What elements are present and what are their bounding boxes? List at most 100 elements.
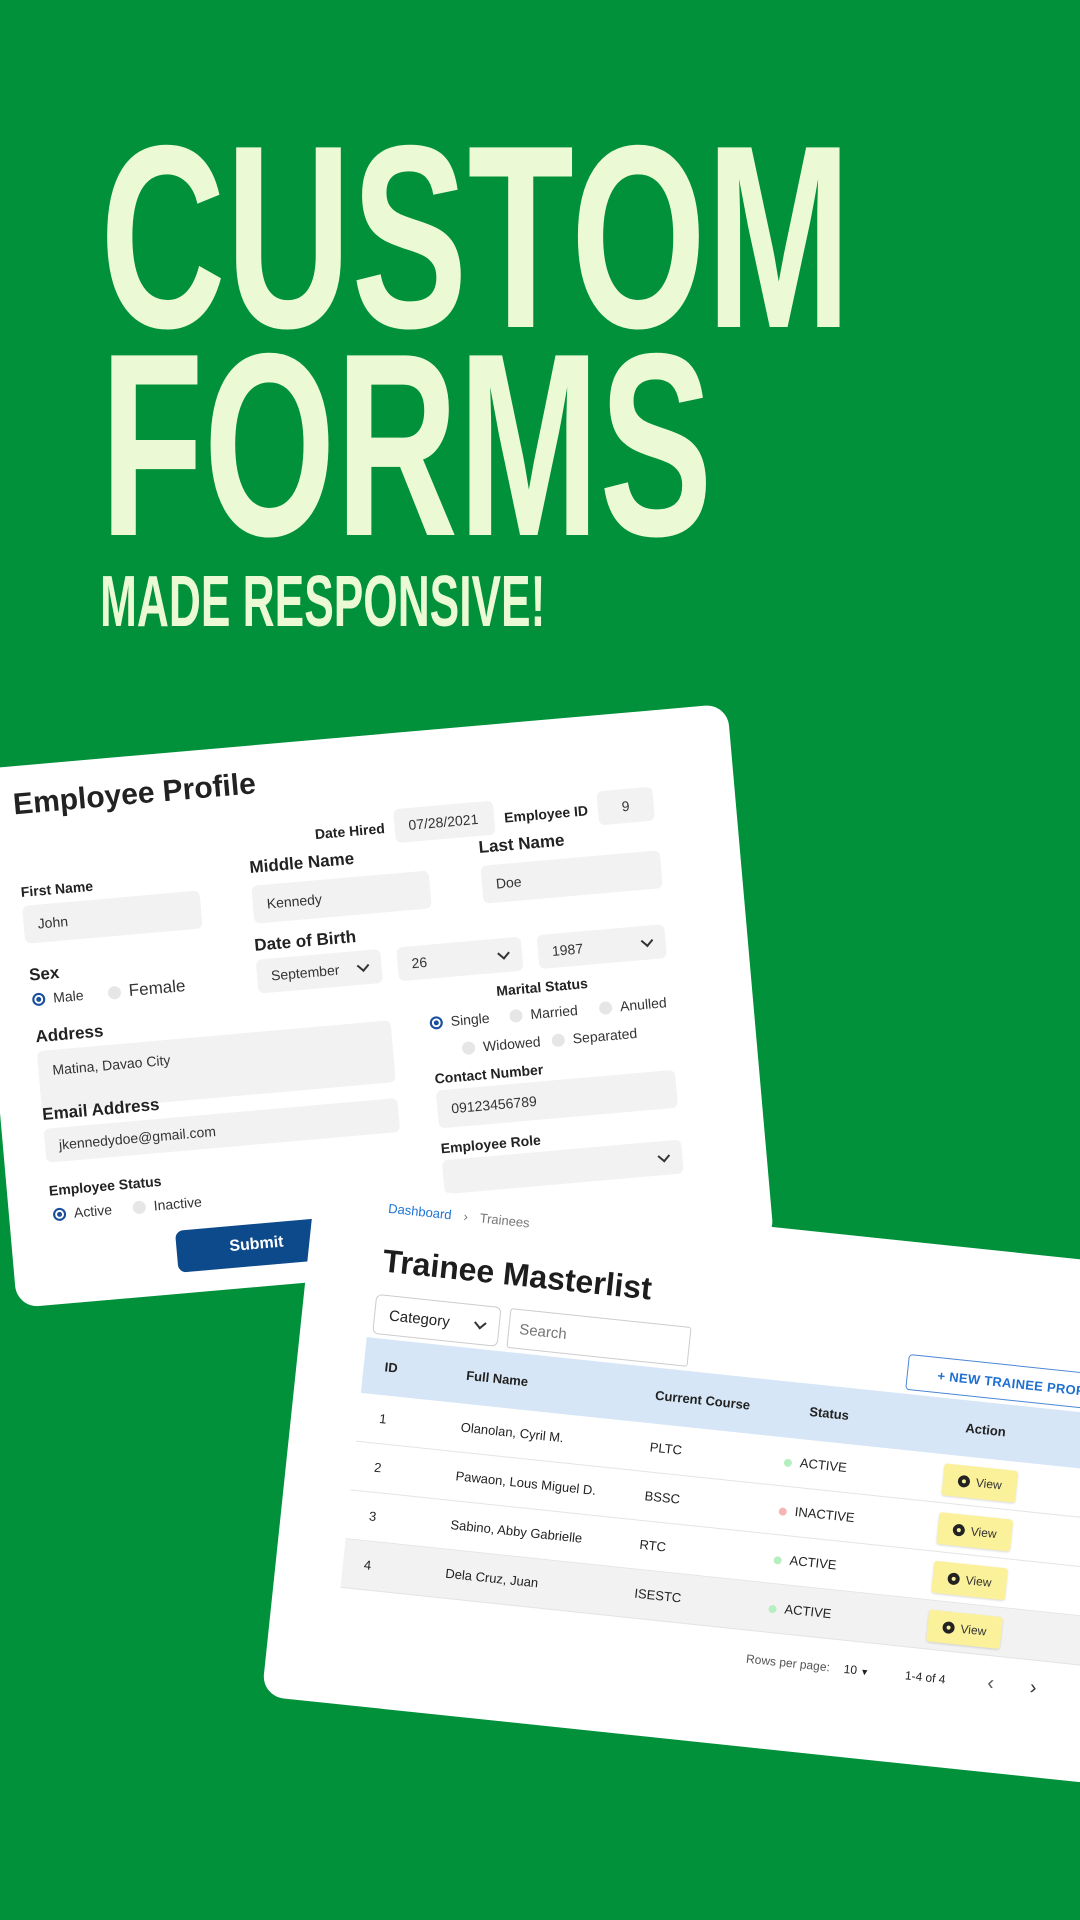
middle-name-value: Kennedy [266,890,323,912]
headline-forms: FORMS [100,300,713,591]
page-title: Employee Profile [11,767,258,822]
cell-status: ACTIVE [783,1454,847,1475]
radio-active[interactable]: Active [52,1201,113,1222]
email-value: jkennedydoe@gmail.com [58,1122,217,1153]
breadcrumb-trainees: Trainees [479,1210,531,1231]
chevron-down-icon [497,947,510,960]
employee-id-label: Employee ID [503,802,589,826]
cell-course: ISESTC [633,1585,682,1606]
radio-label: Male [52,987,85,1006]
first-name-label: First Name [20,877,94,901]
chevron-down-icon [640,934,654,948]
date-hired-value: 07/28/2021 [407,810,479,833]
breadcrumb-dashboard-link[interactable]: Dashboard [388,1201,453,1223]
cell-id: 2 [373,1459,383,1476]
radio-label: Widowed [482,1033,542,1055]
radio-anulled[interactable]: Anulled [598,994,667,1016]
address-label: Address [34,1021,105,1047]
radio-label: Anulled [619,994,668,1015]
prev-page-button[interactable]: ‹ [986,1672,995,1696]
cell-id: 3 [368,1508,378,1525]
radio-separated[interactable]: Separated [551,1025,638,1048]
address-value: Matina, Davao City [51,1051,171,1078]
radio-label: Female [127,976,187,1000]
contact-number-value: 09123456789 [450,1092,538,1117]
radio-label: Active [73,1201,113,1221]
headline-subtitle: MADE RESPONSIVE! [100,562,546,642]
radio-unchecked-icon [551,1032,566,1047]
status-dot-icon [768,1604,777,1614]
date-hired-label: Date Hired [314,820,386,843]
cell-id: 1 [378,1410,388,1427]
view-label: View [970,1524,998,1542]
radio-married[interactable]: Married [508,1001,579,1024]
employee-id-field[interactable]: 9 [596,786,656,826]
eye-icon [942,1620,956,1635]
radio-male[interactable]: Male [31,987,85,1007]
status-text: ACTIVE [799,1455,848,1476]
radio-widowed[interactable]: Widowed [461,1033,541,1056]
radio-checked-icon [52,1206,67,1221]
next-page-button[interactable]: › [1029,1676,1038,1700]
cell-course: BSSC [643,1488,681,1507]
chevron-right-icon: › [462,1208,469,1225]
cell-name: Sabino, Abby Gabrielle [449,1517,583,1546]
view-button[interactable]: View [941,1463,1019,1503]
category-value: Category [388,1306,451,1331]
status-text: INACTIVE [794,1503,856,1526]
view-label: View [964,1573,993,1590]
middle-name-label: Middle Name [248,848,355,877]
radio-checked-icon [429,1015,444,1030]
rows-per-page-select[interactable]: 10 ▼ [843,1661,870,1678]
radio-label: Separated [571,1024,638,1047]
radio-label: Inactive [152,1193,203,1214]
chevron-down-icon [657,1149,671,1163]
sex-label: Sex [28,963,61,985]
middle-name-input[interactable]: Kennedy [251,870,432,924]
rows-per-page-value: 10 [843,1661,858,1677]
status-dot-icon [773,1555,783,1565]
dob-year-select[interactable]: 1987 [536,924,668,970]
radio-female[interactable]: Female [107,976,186,1003]
cell-course: PLTC [649,1439,683,1458]
radio-label: Single [450,1009,491,1030]
employee-id-value: 9 [621,797,631,815]
view-label: View [975,1475,1003,1493]
breadcrumb: Dashboard › Trainees [388,1201,531,1231]
status-text: ACTIVE [783,1601,833,1622]
page-range: 1-4 of 4 [904,1667,947,1687]
cell-id: 4 [363,1557,372,1573]
marital-status-label: Marital Status [495,975,589,999]
radio-single[interactable]: Single [429,1010,490,1031]
first-name-input[interactable]: John [22,890,203,944]
eye-icon [957,1474,971,1488]
chevron-down-icon [474,1316,487,1330]
eye-icon [947,1572,961,1586]
trainee-masterlist-card: Dashboard › Trainees Trainee Masterlist … [261,1179,1080,1791]
cell-status: ACTIVE [773,1551,837,1572]
view-button[interactable]: View [926,1609,1003,1650]
first-name-value: John [36,913,69,932]
column-header-id[interactable]: ID [384,1359,398,1375]
view-button[interactable]: View [931,1560,1009,1601]
view-button[interactable]: View [936,1512,1014,1552]
radio-checked-icon [31,991,46,1006]
radio-unchecked-icon [107,985,122,1000]
dob-day-select[interactable]: 26 [396,936,524,982]
radio-inactive[interactable]: Inactive [132,1193,202,1215]
radio-unchecked-icon [598,1000,613,1015]
employee-status-label: Employee Status [48,1172,163,1199]
caret-down-icon: ▼ [859,1666,870,1677]
cell-status: INACTIVE [778,1502,855,1525]
cell-status: ACTIVE [768,1600,832,1621]
rows-per-page-label: Rows per page: [745,1651,831,1674]
radio-label: Married [529,1001,579,1023]
cell-name: Dela Cruz, Juan [444,1565,539,1591]
last-name-input[interactable]: Doe [480,850,663,904]
dob-month-select[interactable]: September [255,948,384,994]
dob-year-value: 1987 [551,940,584,959]
dob-month-value: September [270,961,340,984]
status-dot-icon [783,1458,793,1467]
status-dot-icon [778,1506,788,1516]
dob-day-value: 26 [410,953,428,972]
